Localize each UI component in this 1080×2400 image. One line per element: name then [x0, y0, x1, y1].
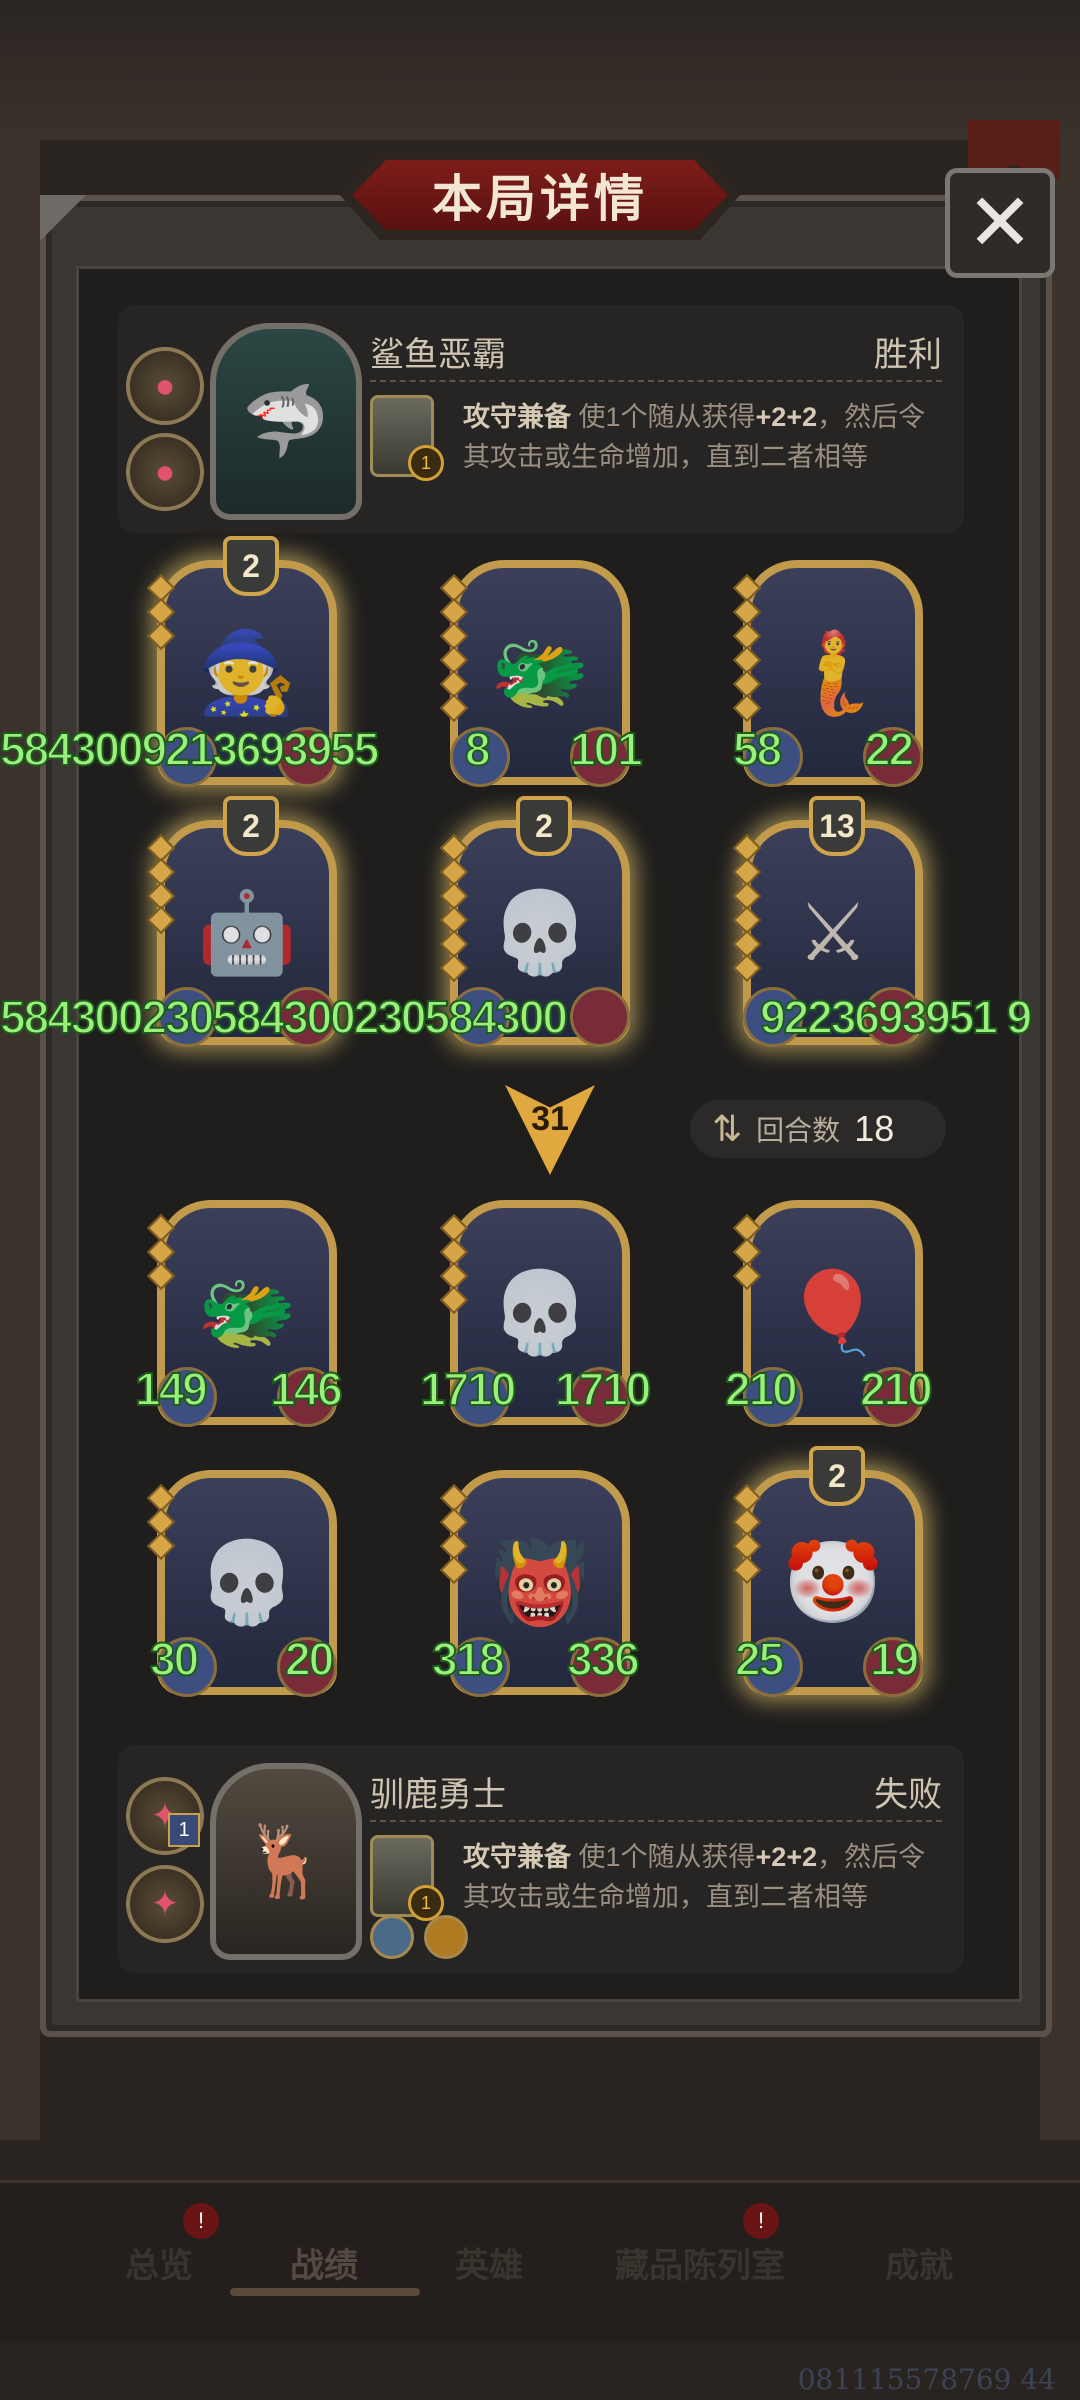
- tier-dots: [439, 573, 469, 723]
- match-result: 胜利: [874, 336, 942, 374]
- winner-player-card: ● ● 🦈 鲨鱼恶霸 胜利 1 攻守兼备 使1个随从获得+2+2，然后令其攻击或…: [118, 305, 964, 533]
- hammer-orb-icon[interactable]: ✦: [126, 1865, 204, 1943]
- health-value: 20: [284, 1632, 335, 1686]
- tier-dots: [732, 833, 762, 983]
- close-button[interactable]: ✕: [945, 168, 1055, 278]
- health-value: 19: [869, 1632, 920, 1686]
- nav-heroes[interactable]: 英雄: [455, 2238, 523, 2287]
- fruit-orb-icon[interactable]: ●: [126, 347, 204, 425]
- top-background: [0, 0, 1080, 140]
- attack-value: 30: [149, 1632, 200, 1686]
- repeat-icon: ⇅: [712, 1108, 743, 1149]
- tier-dots: [439, 833, 469, 983]
- tier-dots: [732, 1213, 762, 1291]
- damage-value: 31: [531, 1100, 569, 1138]
- buff-icons: [370, 1915, 468, 1959]
- health-value: 101: [569, 722, 644, 776]
- attack-value: 1710: [419, 1362, 517, 1416]
- skill-text-a: 使1个随从获得: [571, 402, 756, 432]
- health-value: 210: [859, 1362, 934, 1416]
- hero-power-description: 攻守兼备 使1个随从获得+2+2，然后令其攻击或生命增加，直到二者相等: [463, 1837, 943, 1917]
- horse-buff-icon[interactable]: [424, 1915, 468, 1959]
- rounds-value: 18: [854, 1108, 895, 1149]
- health-icon: [570, 987, 630, 1047]
- nav-records[interactable]: 战绩: [290, 2238, 358, 2287]
- sword-buff-icon[interactable]: [370, 1915, 414, 1959]
- active-tab-indicator: [230, 2288, 420, 2296]
- bottom-navigation: ! ! 总览 战绩 英雄 藏品陈列室 成就: [0, 2180, 1080, 2343]
- dialog-title: 本局详情: [352, 160, 728, 230]
- notification-badge: !: [743, 2203, 779, 2239]
- health-value: 146: [269, 1362, 344, 1416]
- tier-dots: [146, 1213, 176, 1291]
- match-result: 失败: [874, 1776, 942, 1814]
- rounds-label: 回合数: [756, 1115, 841, 1146]
- attack-value: 149: [134, 1362, 209, 1416]
- attack-value: 58: [732, 722, 783, 776]
- tier-dots: [732, 1483, 762, 1585]
- shark-hero-portrait[interactable]: 🦈: [210, 323, 362, 520]
- reindeer-hero-portrait[interactable]: 🦌: [210, 1763, 362, 1960]
- player-name: 驯鹿勇士: [370, 1776, 506, 1814]
- tier-dots: [732, 573, 762, 723]
- loser-player-card: ✦ 1 ✦ 🦌 驯鹿勇士 失败 1 攻守兼备 使1个随从获得+2+2，然后令其攻…: [118, 1745, 964, 1973]
- nav-collection[interactable]: 藏品陈列室: [615, 2238, 785, 2287]
- skill-name: 攻守兼备: [463, 402, 571, 432]
- notification-badge: !: [183, 2203, 219, 2239]
- tier-dots: [146, 833, 176, 935]
- attack-value: 25: [734, 1632, 785, 1686]
- overflow-stat-text: 9223693951 9: [759, 990, 1033, 1044]
- power-cost-badge: 1: [408, 445, 444, 481]
- health-value: 1710: [554, 1362, 652, 1416]
- overflow-stat-text: 584300230584300230584300: [0, 990, 569, 1044]
- footer-code: 081115578769 44: [797, 2363, 1056, 2396]
- skill-name: 攻守兼备: [463, 1842, 571, 1872]
- nav-overview[interactable]: 总览: [125, 2238, 193, 2287]
- rounds-pill: ⇅ 回合数 18: [690, 1100, 946, 1158]
- left-background: [0, 140, 40, 2140]
- fruit-orb-icon[interactable]: ●: [126, 433, 204, 511]
- overflow-stat-text: 5843009213693955: [0, 722, 380, 776]
- health-value: 22: [864, 722, 915, 776]
- orb-count-badge: 1: [168, 1813, 200, 1847]
- skill-text-a: 使1个随从获得: [571, 1842, 756, 1872]
- tier-dots: [439, 1213, 469, 1315]
- nav-achievements[interactable]: 成就: [885, 2238, 953, 2287]
- divider: [370, 1820, 942, 1822]
- divider: [370, 380, 942, 382]
- corner-decoration: [40, 195, 86, 241]
- tier-dots: [439, 1483, 469, 1585]
- skill-bonus: +2+2: [755, 402, 818, 432]
- tier-dots: [146, 573, 176, 651]
- attack-value: 318: [431, 1632, 506, 1686]
- attack-value: 8: [464, 722, 492, 776]
- attack-value: 210: [724, 1362, 799, 1416]
- skill-bonus: +2+2: [755, 1842, 818, 1872]
- player-name: 鲨鱼恶霸: [370, 336, 506, 374]
- hero-power-description: 攻守兼备 使1个随从获得+2+2，然后令其攻击或生命增加，直到二者相等: [463, 397, 943, 477]
- health-value: 336: [566, 1632, 641, 1686]
- close-icon: ✕: [966, 178, 1034, 267]
- tier-dots: [146, 1483, 176, 1561]
